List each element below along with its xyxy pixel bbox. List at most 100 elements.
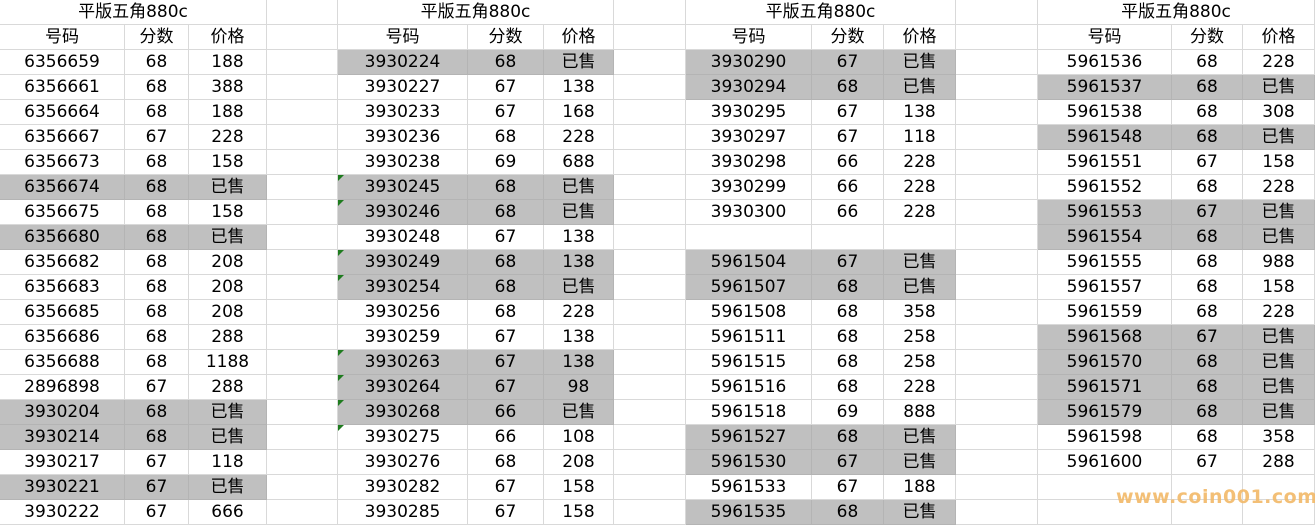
table-cell-price[interactable] <box>884 225 956 250</box>
column-header-price[interactable]: 价格 <box>1243 25 1315 50</box>
table-cell-number[interactable]: 5961571 <box>1038 375 1172 400</box>
table-cell-score[interactable]: 69 <box>468 150 544 175</box>
empty-cell[interactable] <box>956 75 1038 100</box>
column-header-price[interactable]: 价格 <box>189 25 267 50</box>
empty-cell[interactable] <box>267 350 338 375</box>
table-cell-price[interactable]: 358 <box>884 300 956 325</box>
empty-cell[interactable] <box>956 225 1038 250</box>
table-cell-price[interactable]: 228 <box>544 300 614 325</box>
table-cell-score[interactable]: 68 <box>468 275 544 300</box>
empty-cell[interactable] <box>614 475 686 500</box>
table-title[interactable]: 平版五角880c <box>1038 0 1315 25</box>
table-cell-number[interactable]: 6356659 <box>0 50 125 75</box>
table-cell-price[interactable]: 108 <box>544 425 614 450</box>
table-cell-score[interactable]: 68 <box>1172 425 1243 450</box>
table-cell-score[interactable]: 67 <box>468 100 544 125</box>
table-cell-score[interactable]: 67 <box>1172 200 1243 225</box>
table-cell-price[interactable]: 688 <box>544 150 614 175</box>
table-cell-number[interactable]: 3930282 <box>338 475 468 500</box>
table-cell-score[interactable]: 68 <box>125 75 189 100</box>
table-cell-score[interactable]: 68 <box>125 275 189 300</box>
table-cell-score[interactable]: 68 <box>812 500 884 525</box>
table-cell-price[interactable]: 208 <box>189 250 267 275</box>
column-header-price[interactable]: 价格 <box>544 25 614 50</box>
table-cell-number[interactable]: 5961507 <box>686 275 812 300</box>
table-cell-number[interactable]: 5961548 <box>1038 125 1172 150</box>
table-cell-number[interactable]: 3930246 <box>338 200 468 225</box>
table-cell-score[interactable]: 68 <box>1172 50 1243 75</box>
table-cell-score[interactable]: 68 <box>812 425 884 450</box>
empty-cell[interactable] <box>267 0 338 25</box>
table-cell-number[interactable]: 6356685 <box>0 300 125 325</box>
empty-cell[interactable] <box>614 350 686 375</box>
table-cell-price[interactable]: 208 <box>544 450 614 475</box>
table-cell-score[interactable]: 66 <box>468 400 544 425</box>
table-cell-price[interactable]: 228 <box>884 375 956 400</box>
empty-cell[interactable] <box>267 300 338 325</box>
table-cell-number[interactable]: 6356683 <box>0 275 125 300</box>
empty-cell[interactable] <box>956 350 1038 375</box>
table-cell-number[interactable]: 3930221 <box>0 475 125 500</box>
empty-cell[interactable] <box>267 25 338 50</box>
table-cell-score[interactable]: 68 <box>812 300 884 325</box>
empty-cell[interactable] <box>956 50 1038 75</box>
table-cell-price[interactable]: 138 <box>544 250 614 275</box>
empty-cell[interactable] <box>956 375 1038 400</box>
table-cell-price[interactable]: 已售 <box>1243 400 1315 425</box>
table-cell-price[interactable]: 已售 <box>544 50 614 75</box>
table-cell-number[interactable]: 5961598 <box>1038 425 1172 450</box>
table-cell-score[interactable]: 68 <box>125 175 189 200</box>
table-cell-score[interactable]: 68 <box>1172 300 1243 325</box>
table-cell-score[interactable]: 68 <box>468 300 544 325</box>
table-cell-score[interactable]: 68 <box>125 350 189 375</box>
table-cell-price[interactable]: 已售 <box>884 75 956 100</box>
table-cell-price[interactable]: 228 <box>1243 175 1315 200</box>
empty-cell[interactable] <box>267 450 338 475</box>
table-cell-price[interactable]: 358 <box>1243 425 1315 450</box>
table-cell-number[interactable]: 6356673 <box>0 150 125 175</box>
table-cell-price[interactable]: 158 <box>189 200 267 225</box>
table-cell-score[interactable]: 68 <box>125 300 189 325</box>
table-cell-price[interactable]: 已售 <box>1243 375 1315 400</box>
table-cell-price[interactable]: 158 <box>1243 150 1315 175</box>
empty-cell[interactable] <box>267 75 338 100</box>
table-cell-number[interactable]: 3930227 <box>338 75 468 100</box>
table-cell-price[interactable]: 188 <box>189 50 267 75</box>
table-cell-number[interactable]: 6356680 <box>0 225 125 250</box>
table-cell-number[interactable]: 3930259 <box>338 325 468 350</box>
table-cell-number[interactable]: 6356664 <box>0 100 125 125</box>
table-cell-score[interactable]: 68 <box>1172 100 1243 125</box>
table-cell-score[interactable]: 66 <box>812 150 884 175</box>
table-cell-number[interactable]: 5961516 <box>686 375 812 400</box>
table-cell-price[interactable]: 118 <box>189 450 267 475</box>
table-title[interactable]: 平版五角880c <box>338 0 614 25</box>
table-cell-score[interactable]: 68 <box>468 125 544 150</box>
empty-cell[interactable] <box>956 175 1038 200</box>
table-cell-score[interactable]: 68 <box>812 375 884 400</box>
table-cell-score[interactable]: 68 <box>1172 75 1243 100</box>
empty-cell[interactable] <box>267 500 338 525</box>
table-cell-number[interactable]: 5961530 <box>686 450 812 475</box>
table-cell-price[interactable]: 228 <box>1243 50 1315 75</box>
table-cell-price[interactable]: 已售 <box>189 475 267 500</box>
table-cell-score[interactable]: 68 <box>812 350 884 375</box>
table-cell-score[interactable]: 68 <box>125 100 189 125</box>
table-cell-number[interactable]: 5961553 <box>1038 200 1172 225</box>
table-cell-score[interactable]: 66 <box>468 425 544 450</box>
empty-cell[interactable] <box>614 450 686 475</box>
empty-cell[interactable] <box>614 200 686 225</box>
empty-cell[interactable] <box>956 500 1038 525</box>
table-cell-number[interactable]: 3930295 <box>686 100 812 125</box>
table-cell-number[interactable]: 3930264 <box>338 375 468 400</box>
empty-cell[interactable] <box>956 0 1038 25</box>
table-cell-number[interactable]: 5961568 <box>1038 325 1172 350</box>
empty-cell[interactable] <box>956 400 1038 425</box>
table-cell-number[interactable] <box>686 225 812 250</box>
table-cell-price[interactable]: 已售 <box>884 50 956 75</box>
table-cell-price[interactable]: 98 <box>544 375 614 400</box>
table-cell-price[interactable]: 258 <box>884 350 956 375</box>
empty-cell[interactable] <box>267 325 338 350</box>
empty-cell[interactable] <box>267 425 338 450</box>
table-cell-number[interactable]: 5961533 <box>686 475 812 500</box>
table-cell-number[interactable]: 6356674 <box>0 175 125 200</box>
